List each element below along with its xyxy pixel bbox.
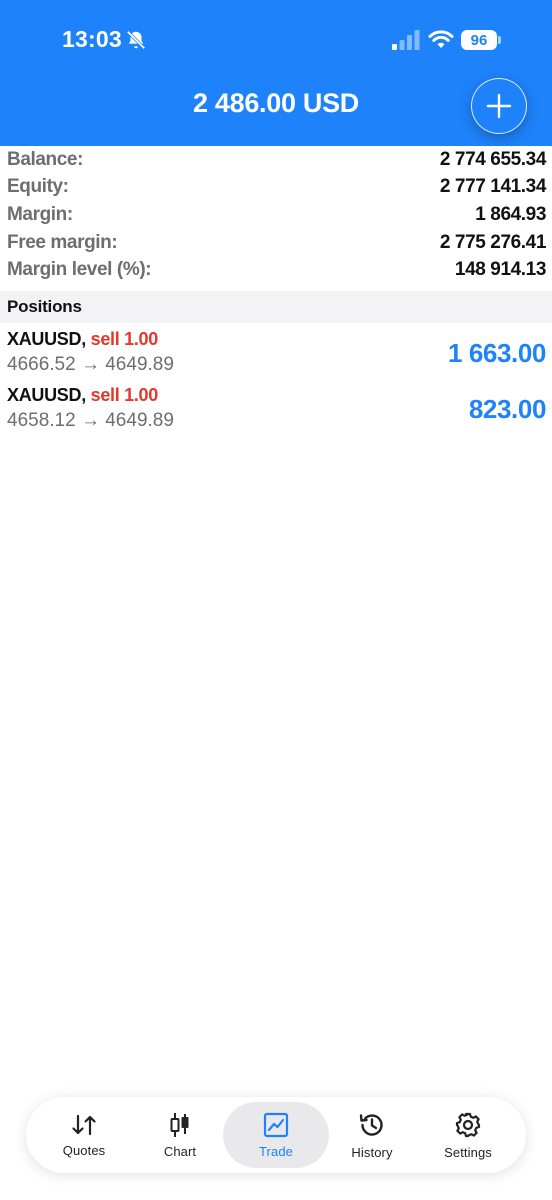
- position-symbol: XAUUSD,: [7, 329, 86, 349]
- account-summary: Balance: 2 774 655.34 Equity: 2 777 141.…: [0, 146, 552, 284]
- summary-value: 2 774 655.34: [439, 148, 547, 170]
- summary-value: 2 775 276.41: [439, 231, 547, 253]
- battery-tip: [498, 36, 501, 44]
- tab-label: Chart: [163, 1143, 197, 1159]
- summary-label: Free margin:: [7, 231, 118, 253]
- new-order-button[interactable]: [471, 78, 527, 134]
- positions-section-header: Positions: [0, 291, 552, 323]
- battery-level: 96: [470, 31, 488, 49]
- bell-muted-icon: [126, 30, 146, 50]
- summary-label: Margin:: [7, 203, 73, 225]
- bottom-tab-bar: Quotes Chart Trade History Settings: [26, 1097, 526, 1173]
- tab-trade[interactable]: Trade: [228, 1097, 324, 1173]
- summary-value: 2 777 141.34: [439, 176, 547, 198]
- tab-label: Settings: [444, 1144, 492, 1160]
- top-header: 13:03 96 2 486.00 USD: [0, 0, 552, 146]
- wifi-icon: [428, 30, 454, 48]
- tab-label: Quotes: [62, 1142, 106, 1158]
- trade-chart-icon: [263, 1112, 289, 1137]
- position-profit: 823.00: [468, 394, 547, 424]
- position-title: XAUUSD, sell 1.00: [7, 385, 158, 406]
- position-row[interactable]: XAUUSD, sell 1.00 4658.12 → 4649.89 823.…: [0, 380, 552, 436]
- position-side: sell 1.00: [90, 385, 159, 405]
- summary-label: Equity:: [7, 176, 69, 198]
- candlestick-icon: [170, 1112, 189, 1137]
- position-prices: 4658.12 → 4649.89: [7, 410, 174, 431]
- tab-history[interactable]: History: [324, 1097, 420, 1173]
- summary-row-free-margin: Free margin: 2 775 276.41: [0, 229, 552, 257]
- status-time: 13:03: [62, 26, 122, 52]
- position-symbol: XAUUSD,: [7, 385, 86, 405]
- account-profit-title: 2 486.00 USD: [192, 88, 359, 118]
- tab-label: Trade: [259, 1143, 293, 1159]
- positions-list: XAUUSD, sell 1.00 4666.52 → 4649.89 1 66…: [0, 324, 552, 436]
- position-prices: 4666.52 → 4649.89: [7, 354, 174, 375]
- position-title: XAUUSD, sell 1.00: [7, 329, 158, 350]
- battery-indicator: 96: [461, 30, 497, 50]
- position-row[interactable]: XAUUSD, sell 1.00 4666.52 → 4649.89 1 66…: [0, 324, 552, 380]
- quotes-arrows-icon: [72, 1114, 96, 1135]
- summary-row-equity: Equity: 2 777 141.34: [0, 174, 552, 202]
- summary-row-margin-level: Margin level (%): 148 914.13: [0, 256, 552, 284]
- signal-icon: [392, 30, 420, 50]
- position-side: sell 1.00: [90, 329, 159, 349]
- summary-label: Margin level (%):: [7, 259, 152, 281]
- tab-chart[interactable]: Chart: [132, 1097, 228, 1173]
- summary-row-margin: Margin: 1 864.93: [0, 201, 552, 229]
- gear-icon: [455, 1112, 481, 1137]
- trade-screen: 13:03 96 2 486.00 USD Balance: 2 774 655…: [0, 0, 552, 1200]
- history-clock-icon: [359, 1113, 383, 1136]
- tab-quotes[interactable]: Quotes: [36, 1097, 132, 1173]
- summary-value: 1 864.93: [475, 203, 546, 225]
- position-profit: 1 663.00: [447, 338, 546, 368]
- tab-settings[interactable]: Settings: [420, 1097, 516, 1173]
- plus-icon: [486, 93, 512, 119]
- summary-label: Balance:: [7, 148, 84, 170]
- summary-row-balance: Balance: 2 774 655.34: [0, 146, 552, 174]
- summary-value: 148 914.13: [454, 259, 546, 281]
- tab-label: History: [351, 1144, 393, 1160]
